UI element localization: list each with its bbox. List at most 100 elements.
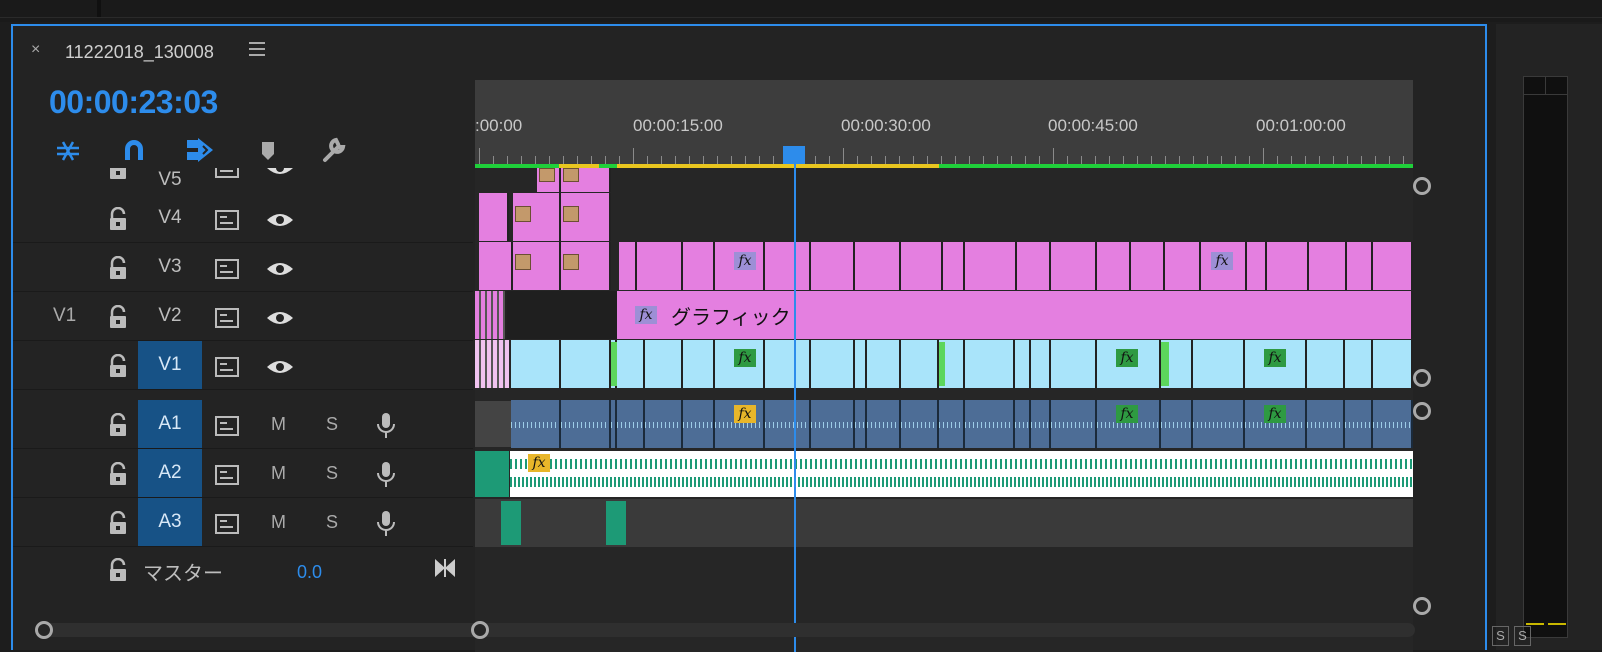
source-patch[interactable]: V1 — [53, 292, 76, 340]
lock-icon[interactable] — [107, 510, 129, 542]
video-clip[interactable] — [1309, 242, 1347, 290]
lock-icon[interactable] — [107, 255, 129, 287]
vscroll-handle[interactable] — [1413, 597, 1431, 615]
audio-clip[interactable] — [510, 451, 1413, 497]
track-name[interactable]: A1 — [138, 400, 202, 448]
lock-icon[interactable] — [107, 206, 129, 238]
meter-solo-left[interactable]: S — [1492, 626, 1509, 646]
lock-icon[interactable] — [107, 412, 129, 444]
audio-clip[interactable] — [1307, 400, 1345, 448]
audio-clip[interactable] — [511, 400, 561, 448]
video-clip[interactable] — [1193, 340, 1245, 388]
track-name[interactable]: V5 — [138, 168, 202, 192]
eye-icon[interactable] — [265, 306, 295, 335]
video-clip[interactable] — [855, 340, 867, 388]
sync-lock-icon[interactable] — [213, 414, 241, 443]
eye-icon[interactable] — [265, 355, 295, 384]
audio-clip[interactable] — [617, 400, 645, 448]
mic-record-icon[interactable] — [375, 460, 397, 495]
lock-icon[interactable] — [107, 168, 129, 187]
transition-marker[interactable] — [939, 342, 945, 386]
nest-toggle-icon[interactable] — [51, 134, 85, 168]
video-clip[interactable] — [901, 242, 943, 290]
video-clip[interactable] — [479, 242, 513, 290]
transition-marker[interactable] — [1161, 342, 1169, 386]
video-clip[interactable] — [765, 242, 811, 290]
video-clip[interactable] — [1307, 340, 1345, 388]
video-clip[interactable] — [1015, 340, 1031, 388]
video-clip[interactable] — [943, 242, 965, 290]
mute-button[interactable]: M — [271, 414, 286, 435]
video-clip[interactable] — [683, 340, 715, 388]
sync-lock-icon[interactable] — [213, 257, 241, 286]
vscroll-handle[interactable] — [1413, 402, 1431, 420]
audio-clip[interactable] — [606, 501, 626, 545]
mute-button[interactable]: M — [271, 463, 286, 484]
meter-solo-right[interactable]: S — [1514, 626, 1531, 646]
graphic-clip[interactable]: fx グラフィック — [617, 291, 1413, 339]
audio-clip[interactable] — [765, 400, 811, 448]
audio-clip[interactable] — [475, 451, 509, 497]
video-clip[interactable] — [1345, 340, 1373, 388]
solo-button[interactable]: S — [326, 512, 338, 533]
mute-button[interactable]: M — [271, 512, 286, 533]
audio-clip[interactable] — [811, 400, 855, 448]
lock-icon[interactable] — [107, 353, 129, 385]
video-clip[interactable] — [1051, 340, 1097, 388]
close-tab-button[interactable]: × — [31, 41, 40, 59]
video-clip[interactable] — [1373, 340, 1413, 388]
time-ruler[interactable]: :00:00 00:00:15:00 00:00:30:00 00:00:45:… — [475, 80, 1413, 168]
audio-clip[interactable] — [683, 400, 715, 448]
audio-clip[interactable] — [939, 400, 965, 448]
video-clip[interactable] — [1031, 340, 1051, 388]
mic-record-icon[interactable] — [375, 509, 397, 544]
video-clip[interactable] — [475, 340, 509, 388]
audio-clip[interactable] — [1345, 400, 1373, 448]
playhead-handle[interactable] — [783, 146, 805, 164]
video-clip[interactable] — [561, 340, 611, 388]
audio-clip[interactable] — [1051, 400, 1097, 448]
video-clip[interactable] — [1131, 242, 1165, 290]
transition-marker[interactable] — [611, 342, 617, 386]
audio-clip[interactable] — [501, 501, 521, 545]
video-clip[interactable] — [1165, 242, 1201, 290]
track-name[interactable]: V3 — [138, 243, 202, 291]
hscroll-handle-right[interactable] — [471, 621, 489, 639]
lock-icon[interactable] — [107, 304, 129, 336]
video-clip[interactable] — [765, 340, 811, 388]
video-clip[interactable] — [1051, 242, 1097, 290]
track-name[interactable]: V4 — [138, 194, 202, 242]
sync-lock-icon[interactable] — [213, 168, 241, 185]
video-clip[interactable] — [1267, 242, 1309, 290]
sequence-tab-title[interactable]: 11222018_130008 — [65, 42, 214, 63]
wrench-settings-icon[interactable] — [317, 134, 351, 168]
sync-lock-icon[interactable] — [213, 208, 241, 237]
video-clip[interactable] — [619, 242, 637, 290]
video-clip[interactable] — [475, 291, 507, 339]
master-volume[interactable]: 0.0 — [297, 562, 322, 583]
horizontal-scrollbar[interactable] — [35, 621, 1415, 639]
video-clip[interactable] — [1247, 242, 1267, 290]
video-clip[interactable] — [683, 242, 715, 290]
linked-selection-icon[interactable] — [183, 134, 217, 168]
track-name[interactable]: V2 — [138, 292, 202, 340]
video-clip[interactable] — [965, 340, 1015, 388]
solo-button[interactable]: S — [326, 463, 338, 484]
video-clip[interactable] — [511, 340, 561, 388]
playhead-timecode[interactable]: 00:00:23:03 — [49, 84, 218, 121]
track-name[interactable]: A3 — [138, 498, 202, 546]
snap-magnet-icon[interactable] — [117, 134, 151, 168]
playhead-line[interactable] — [794, 164, 796, 652]
audio-clip[interactable] — [965, 400, 1015, 448]
video-clip[interactable] — [1017, 242, 1051, 290]
lock-icon[interactable] — [107, 557, 129, 589]
audio-clip[interactable] — [1193, 400, 1245, 448]
video-clip[interactable] — [637, 242, 683, 290]
bowtie-icon[interactable] — [433, 557, 457, 584]
eye-icon[interactable] — [265, 257, 295, 286]
audio-clip[interactable] — [855, 400, 867, 448]
vscroll-handle[interactable] — [1413, 369, 1431, 387]
video-clip[interactable] — [965, 242, 1017, 290]
video-clip[interactable] — [1097, 242, 1131, 290]
video-clip[interactable] — [645, 340, 683, 388]
